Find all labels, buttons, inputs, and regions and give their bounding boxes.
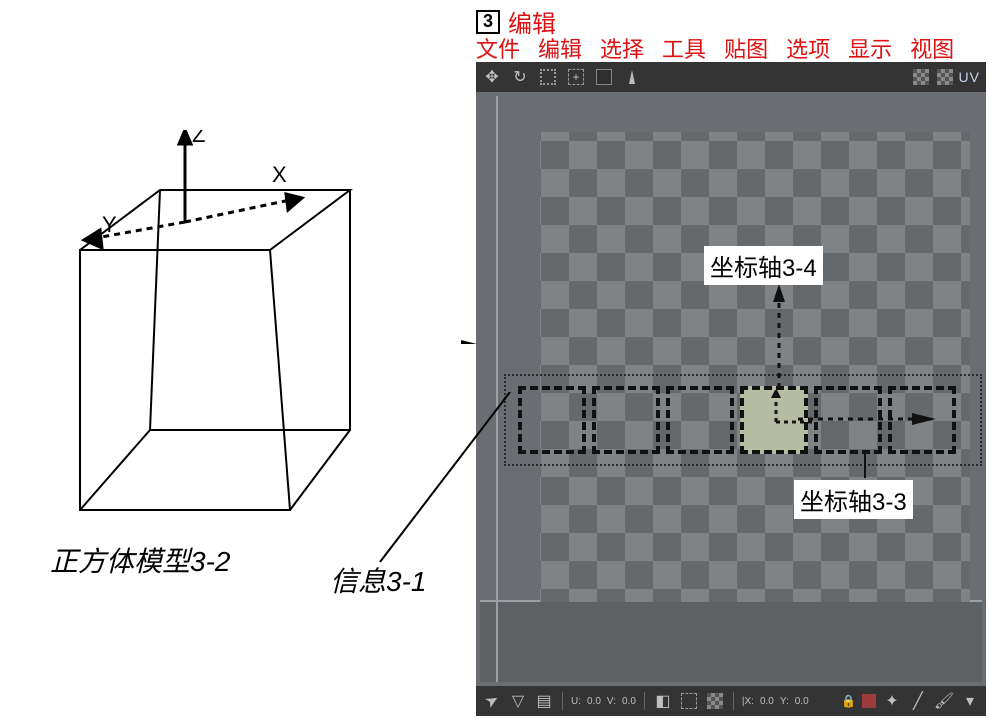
axis-y-label: Y	[102, 212, 117, 237]
grid3-icon[interactable]	[705, 691, 725, 711]
x-label: |X:	[742, 696, 754, 707]
cube-caption: 正方体模型3-2	[50, 540, 230, 580]
viewport-below-axis	[480, 602, 982, 682]
v-value: 0.0	[622, 696, 636, 707]
menu-view[interactable]: 视图	[910, 32, 954, 64]
uv-viewport[interactable]: 坐标轴3-4 坐标轴3-3	[480, 96, 982, 682]
viewport-axis-v	[496, 96, 498, 682]
toolbar-top: ✥ ↻ UV	[476, 62, 986, 92]
menu-opt[interactable]: 选项	[786, 32, 830, 64]
select-box-icon[interactable]	[538, 67, 558, 87]
select-add-icon[interactable]	[566, 67, 586, 87]
paint-icon[interactable]: 🖌	[934, 691, 954, 711]
rotate-icon[interactable]: ↻	[510, 67, 530, 87]
menu-tex[interactable]: 贴图	[724, 32, 768, 64]
grid-icon[interactable]	[911, 67, 931, 87]
toolbar-bottom: ➤ ▽ ▤ U: 0.0 V: 0.0 ◧ |X: 0.0 Y: 0.0 🔒 ✦…	[476, 686, 986, 716]
v-label: V:	[607, 696, 616, 707]
menu-file[interactable]: 文件	[476, 32, 520, 64]
cursor-icon[interactable]: ➤	[478, 687, 505, 714]
axis-z-label: Z	[192, 130, 205, 147]
move-icon[interactable]: ✥	[482, 67, 502, 87]
red-swatch[interactable]	[862, 694, 876, 708]
uv-editor-panel: ✥ ↻ UV	[476, 62, 986, 716]
menu-show[interactable]: 显示	[848, 32, 892, 64]
menu-bar: 文件 编辑 选择 工具 贴图 选项 显示 视图	[476, 32, 954, 64]
line-icon[interactable]: ╱	[908, 691, 928, 711]
gizmo-x-arrow	[798, 412, 938, 426]
u-label: U:	[571, 696, 581, 707]
callout-axis-33: 坐标轴3-3	[794, 480, 913, 519]
info-pointer	[360, 392, 520, 572]
gizmo-y-arrow	[772, 284, 786, 388]
u-value: 0.0	[587, 696, 601, 707]
brush-icon[interactable]	[622, 67, 642, 87]
grid-alt-icon[interactable]	[935, 67, 955, 87]
info-caption: 信息3-1	[330, 560, 426, 600]
lock-icon[interactable]: 🔒	[841, 694, 856, 708]
rect-icon[interactable]	[594, 67, 614, 87]
uv-mode-label[interactable]: UV	[959, 69, 980, 85]
x-value: 0.0	[760, 696, 774, 707]
axis-x-label: X	[272, 162, 287, 187]
tri-icon[interactable]: ▽	[508, 691, 528, 711]
stack-icon[interactable]: ▤	[534, 691, 554, 711]
checker-0-1-square	[540, 132, 970, 602]
cube-icon[interactable]: ◧	[653, 691, 673, 711]
link-arrow	[285, 340, 485, 344]
menu-select[interactable]: 选择	[600, 32, 644, 64]
menu-tool[interactable]: 工具	[662, 32, 706, 64]
callout-33-pointer	[860, 452, 876, 482]
y-value: 0.0	[795, 696, 809, 707]
uv-face-1[interactable]	[592, 386, 660, 454]
callout-axis-34: 坐标轴3-4	[704, 246, 823, 285]
uv-face-0[interactable]	[518, 386, 586, 454]
cube-svg: Z X Y	[40, 130, 400, 540]
chev-icon[interactable]: ▾	[960, 691, 980, 711]
uv-face-2[interactable]	[666, 386, 734, 454]
dashbox-icon[interactable]	[679, 691, 699, 711]
y-label: Y:	[780, 696, 789, 707]
wand-icon[interactable]: ✦	[882, 691, 902, 711]
panel-number: 3	[476, 10, 500, 34]
menu-edit[interactable]: 编辑	[538, 32, 582, 64]
